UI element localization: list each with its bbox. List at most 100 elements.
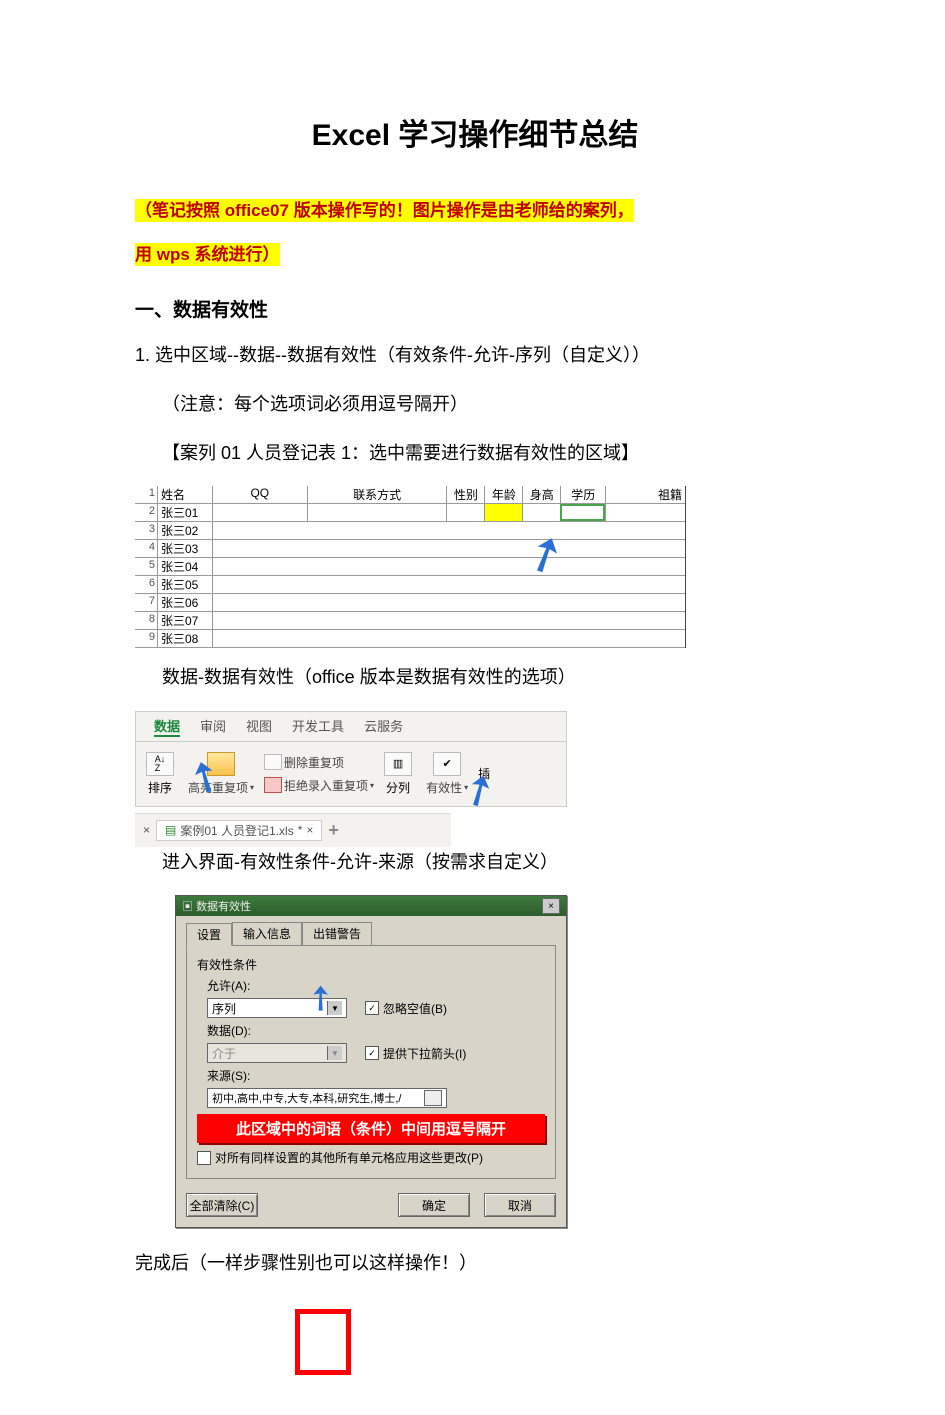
tab-close-button[interactable]: ×: [306, 823, 313, 837]
reject-dup-label: 拒绝录入重复项: [284, 777, 368, 794]
workbook-tab-bar: × ▤ 案例01 人员登记1.xls * × +: [135, 813, 451, 847]
highlight-line-1: （笔记按照 office07 版本操作写的！图片操作是由老师给的案列，: [135, 199, 634, 222]
workbook-file-tab[interactable]: ▤ 案例01 人员登记1.xls * ×: [156, 820, 322, 841]
cell: [212, 594, 685, 611]
table-row: 4张三03: [135, 540, 685, 558]
source-label: 来源(S):: [207, 1067, 545, 1084]
page-title: Excel 学习操作细节总结: [135, 110, 815, 154]
step-1-line: 1. 选中区域--数据--数据有效性（有效条件-允许-序列（自定义））: [135, 340, 815, 371]
col-header-sex: 性别: [446, 486, 484, 503]
step-2-line: 数据-数据有效性（office 版本是数据有效性的选项）: [162, 662, 815, 693]
ribbon-tab-view[interactable]: 视图: [246, 716, 272, 737]
checkbox-icon: ✓: [365, 1046, 379, 1060]
cancel-button[interactable]: 取消: [484, 1193, 556, 1217]
data-select[interactable]: 介于 ▼: [207, 1043, 347, 1063]
row-number: 5: [135, 558, 157, 575]
ignore-blank-checkbox[interactable]: ✓ 忽略空值(B): [365, 1000, 447, 1017]
split-col-button[interactable]: ▥ 分列: [380, 752, 416, 796]
cell-name: 张三07: [157, 612, 212, 629]
cell-name: 张三08: [157, 630, 212, 647]
remove-dup-icon: [264, 754, 282, 770]
cell: [446, 504, 484, 521]
reject-dup-button[interactable]: 拒绝录入重复项▾: [264, 777, 374, 794]
table-row: 9张三08: [135, 630, 685, 648]
data-validation-dialog: ▣ 数据有效性 × 设置 输入信息 出错警告 有效性条件 允许(A): 序列 ▼…: [175, 895, 567, 1228]
cell-name: 张三03: [157, 540, 212, 557]
case-title: 【案列 01 人员登记表 1：选中需要进行数据有效性的区域】: [162, 438, 815, 469]
red-rectangle-annotation: [295, 1309, 351, 1375]
cell: [212, 504, 307, 521]
apply-all-checkbox[interactable]: 对所有同样设置的其他所有单元格应用这些更改(P): [197, 1149, 545, 1166]
cell: [212, 558, 685, 575]
source-value: 初中,高中,中专,大专,本科,研究生,博士,/: [212, 1090, 401, 1106]
col-header-age: 年龄: [484, 486, 522, 503]
apply-all-label: 对所有同样设置的其他所有单元格应用这些更改(P): [215, 1149, 483, 1166]
tab-close-prev[interactable]: ×: [143, 823, 150, 837]
ok-button[interactable]: 确定: [398, 1193, 470, 1217]
sort-button[interactable]: A↓Z 排序: [142, 752, 178, 796]
cell: [212, 576, 685, 593]
col-header-contact: 联系方式: [307, 486, 447, 503]
dialog-tab-error[interactable]: 出错警告: [302, 922, 372, 945]
source-input[interactable]: 初中,高中,中专,大专,本科,研究生,博士,/: [207, 1088, 447, 1108]
row-number: 9: [135, 630, 157, 647]
allow-label: 允许(A):: [207, 977, 545, 994]
table-row: 6张三05: [135, 576, 685, 594]
ribbon-tab-data[interactable]: 数据: [154, 716, 180, 737]
red-annotation-box: 此区域中的词语（条件）中间用逗号隔开: [197, 1114, 545, 1143]
cell: [212, 522, 685, 539]
dialog-tab-input[interactable]: 输入信息: [232, 922, 302, 945]
cell-edu-selected[interactable]: ▼: [560, 504, 605, 521]
sort-az-icon: A↓Z: [146, 752, 174, 776]
table-row: 5张三04: [135, 558, 685, 576]
file-name: 案例01 人员登记1.xls: [180, 822, 293, 839]
row-number: 4: [135, 540, 157, 557]
remove-dup-button[interactable]: 删除重复项: [264, 754, 374, 771]
cell: [212, 630, 685, 647]
row-number: 2: [135, 504, 157, 521]
checkbox-icon: ✓: [365, 1001, 379, 1015]
col-header-name: 姓名: [157, 486, 212, 503]
col-header-home: 祖籍: [605, 486, 685, 503]
sort-label: 排序: [148, 779, 172, 796]
clear-all-button[interactable]: 全部清除(C): [186, 1193, 258, 1217]
ribbon-tab-review[interactable]: 审阅: [200, 716, 226, 737]
step-4-line: 完成后（一样步骤性别也可以这样操作！）: [135, 1248, 815, 1279]
cell-age-highlighted: [484, 504, 522, 521]
range-select-icon[interactable]: [424, 1090, 442, 1106]
provide-dd-label: 提供下拉箭头(I): [383, 1045, 466, 1062]
dropdown-icon: ▼: [327, 1046, 342, 1060]
cell-name: 张三06: [157, 594, 212, 611]
data-value: 介于: [212, 1045, 236, 1062]
ignore-blank-label: 忽略空值(B): [383, 1000, 447, 1017]
validity-group-label: 有效性条件: [197, 956, 545, 973]
dialog-tab-settings[interactable]: 设置: [186, 923, 232, 946]
allow-value: 序列: [212, 1000, 236, 1017]
col-header-edu: 学历: [560, 486, 605, 503]
provide-dropdown-checkbox[interactable]: ✓ 提供下拉箭头(I): [365, 1045, 466, 1062]
table-row: 3张三02: [135, 522, 685, 540]
row-number: 8: [135, 612, 157, 629]
close-button[interactable]: ×: [542, 898, 560, 914]
cell-name: 张三04: [157, 558, 212, 575]
highlighted-note: （笔记按照 office07 版本操作写的！图片操作是由老师给的案列， 用 wp…: [135, 189, 815, 277]
data-label: 数据(D):: [207, 1022, 545, 1039]
cell: [522, 504, 560, 521]
table-row: 8张三07: [135, 612, 685, 630]
checkbox-icon: [197, 1151, 211, 1165]
ribbon-tab-cloud[interactable]: 云服务: [364, 716, 403, 737]
col-header-height: 身高: [522, 486, 560, 503]
dialog-titlebar: ▣ 数据有效性 ×: [176, 896, 566, 916]
remove-dup-label: 删除重复项: [284, 754, 344, 771]
split-col-icon: ▥: [384, 752, 412, 776]
dialog-footer: 全部清除(C) 确定 取消: [176, 1187, 566, 1227]
cell: [212, 612, 685, 629]
new-tab-button[interactable]: +: [328, 820, 339, 841]
modified-star: *: [298, 823, 303, 837]
cell: [605, 504, 685, 521]
row-number: 1: [135, 486, 157, 503]
validity-icon: ✔: [433, 752, 461, 776]
ribbon-tab-dev[interactable]: 开发工具: [292, 716, 344, 737]
cell-name: 张三02: [157, 522, 212, 539]
table-row: 7张三06: [135, 594, 685, 612]
